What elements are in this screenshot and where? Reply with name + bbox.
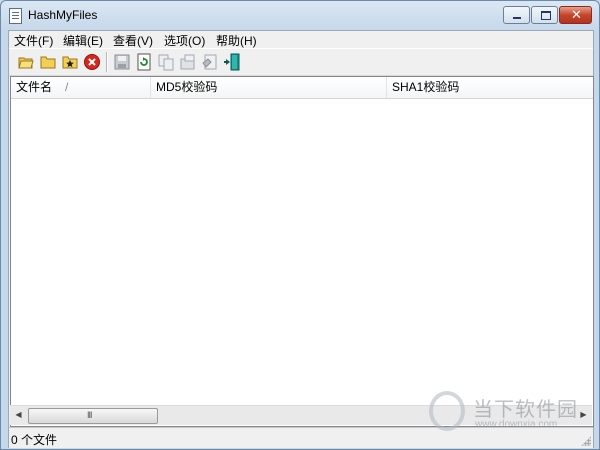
exit-icon[interactable] <box>223 53 241 71</box>
minimize-button[interactable] <box>503 6 530 24</box>
refresh-icon[interactable] <box>135 53 153 71</box>
client-area: 文件(F) 编辑(E) 查看(V) 选项(O) 帮助(H) 文件名 / MD5校… <box>8 30 594 448</box>
close-button[interactable]: ✕ <box>559 6 592 24</box>
column-header-filename[interactable]: 文件名 / <box>11 77 151 98</box>
column-filename-label: 文件名 <box>16 80 53 94</box>
add-folder-icon[interactable] <box>61 53 79 71</box>
delete-icon[interactable] <box>83 53 101 71</box>
column-header-sha1[interactable]: SHA1校验码 <box>387 77 593 98</box>
menu-file[interactable]: 文件(F) <box>14 32 53 49</box>
column-sha1-label: SHA1校验码 <box>392 80 460 94</box>
save-icon[interactable] <box>113 53 131 71</box>
menu-options[interactable]: 选项(O) <box>164 32 205 49</box>
open-folder-icon[interactable] <box>17 53 35 71</box>
main-window: HashMyFiles ✕ 文件(F) 编辑(E) 查看(V) 选项(O) 帮助… <box>0 0 600 450</box>
folder-icon[interactable] <box>39 53 57 71</box>
menu-edit[interactable]: 编辑(E) <box>63 32 103 49</box>
sort-indicator: / <box>65 80 69 94</box>
list-header: 文件名 / MD5校验码 SHA1校验码 <box>11 77 593 99</box>
file-list[interactable]: 文件名 / MD5校验码 SHA1校验码 <box>10 76 594 427</box>
watermark-text: 当下软件园 <box>473 399 578 421</box>
app-document-icon[interactable] <box>9 8 22 24</box>
title-bar[interactable]: HashMyFiles ✕ <box>1 1 599 29</box>
window-title: HashMyFiles <box>28 8 98 22</box>
watermark-logo-icon <box>429 391 465 431</box>
menu-view[interactable]: 查看(V) <box>113 32 153 49</box>
toolbar <box>9 48 593 76</box>
column-md5-label: MD5校验码 <box>156 80 218 94</box>
maximize-icon <box>541 11 551 20</box>
menu-bar: 文件(F) 编辑(E) 查看(V) 选项(O) 帮助(H) <box>9 31 593 49</box>
watermark: 当下软件园 www.downxia.com <box>429 389 599 439</box>
copy-icon[interactable] <box>157 53 175 71</box>
scroll-left-icon: ◀ <box>15 410 22 419</box>
properties-icon[interactable] <box>179 53 197 71</box>
html-report-icon[interactable] <box>201 53 219 71</box>
maximize-button[interactable] <box>531 6 558 24</box>
scrollbar-thumb[interactable]: III <box>28 408 158 424</box>
watermark-url: www.downxia.com <box>475 419 558 430</box>
close-icon: ✕ <box>571 7 582 22</box>
status-file-count: 0 个文件 <box>11 433 58 447</box>
scroll-left-button[interactable]: ◀ <box>10 406 27 425</box>
toolbar-separator <box>106 52 108 72</box>
minimize-icon <box>513 17 521 19</box>
grip-icon: III <box>87 410 92 420</box>
column-header-md5[interactable]: MD5校验码 <box>151 77 387 98</box>
menu-help[interactable]: 帮助(H) <box>216 32 257 49</box>
